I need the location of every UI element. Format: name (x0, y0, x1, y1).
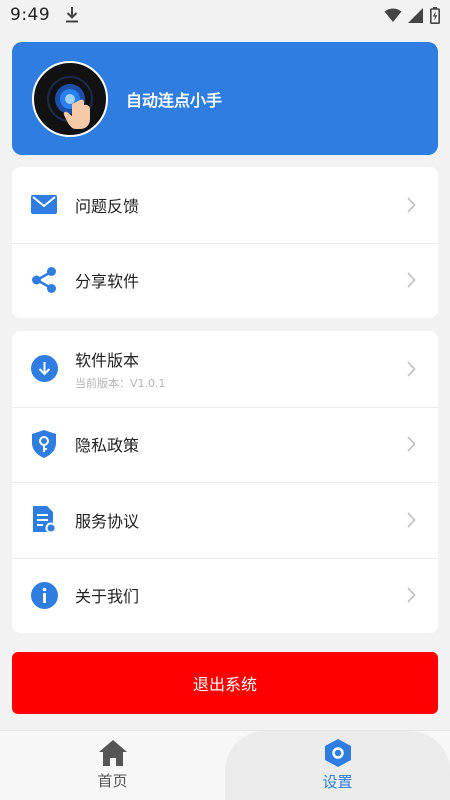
feedback-item[interactable]: 问题反馈 (12, 167, 438, 243)
chevron-right-icon (407, 361, 416, 377)
settings-hex-icon (324, 739, 351, 767)
chevron-right-icon (407, 197, 416, 213)
share-item[interactable]: 分享软件 (12, 242, 438, 319)
wifi-icon (384, 8, 402, 22)
document-icon (30, 505, 58, 534)
privacy-policy-label: 隐私政策 (75, 436, 140, 456)
shield-key-icon (30, 430, 58, 459)
nav-settings[interactable]: 设置 (225, 731, 450, 800)
about-us-label: 关于我们 (75, 587, 140, 607)
profile-card: 自动连点小手 (12, 42, 438, 155)
info-icon (30, 581, 58, 609)
status-time: 9:49 (10, 5, 51, 25)
bottom-nav: 首页 设置 (0, 730, 450, 800)
share-icon (30, 266, 58, 294)
chevron-right-icon (407, 512, 416, 528)
chevron-right-icon (407, 587, 416, 603)
version-item[interactable]: 软件版本 当前版本：V1.0.1 (12, 331, 438, 407)
share-label: 分享软件 (75, 272, 140, 292)
nav-settings-label: 设置 (322, 773, 353, 791)
chevron-right-icon (407, 272, 416, 288)
version-label: 软件版本 (75, 350, 140, 370)
settings-group-about: 软件版本 当前版本：V1.0.1 隐私政策 服务协议 关于我们 (12, 331, 438, 633)
mail-icon (30, 191, 58, 219)
service-agreement-item[interactable]: 服务协议 (12, 482, 438, 558)
version-sublabel: 当前版本：V1.0.1 (75, 376, 166, 390)
about-us-item[interactable]: 关于我们 (12, 557, 438, 634)
privacy-policy-item[interactable]: 隐私政策 (12, 406, 438, 483)
logout-button[interactable]: 退出系统 (12, 652, 438, 714)
nav-home[interactable]: 首页 (0, 731, 225, 800)
chevron-right-icon (407, 436, 416, 452)
tap-target-logo (32, 60, 108, 137)
status-icons (384, 6, 440, 24)
feedback-label: 问题反馈 (75, 196, 140, 216)
service-agreement-label: 服务协议 (75, 511, 140, 531)
settings-group-feedback: 问题反馈 分享软件 (12, 167, 438, 318)
download-icon (66, 7, 79, 23)
app-name: 自动连点小手 (126, 90, 223, 110)
nav-home-label: 首页 (97, 772, 128, 790)
battery-icon (430, 6, 440, 24)
status-bar: 9:49 (0, 0, 450, 30)
home-icon (98, 740, 127, 766)
signal-icon (408, 7, 423, 23)
download-circle-icon (30, 355, 58, 383)
